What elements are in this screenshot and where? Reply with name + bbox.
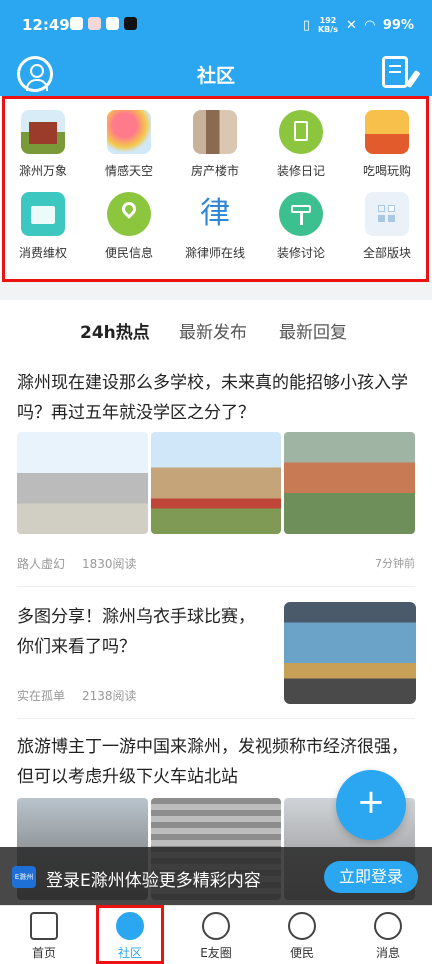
grid-item-label: 房产楼市 xyxy=(190,164,239,178)
page-title: 社区 xyxy=(196,65,235,87)
article-time: 7分钟前 xyxy=(375,557,415,570)
article-images[interactable] xyxy=(17,432,416,534)
no-sim-icon: ✕ xyxy=(345,17,357,33)
buildings-photo-icon xyxy=(193,110,237,154)
tab-24h-hot[interactable]: 24h热点 xyxy=(80,318,150,345)
article-image[interactable] xyxy=(150,432,282,534)
grid-item-label: 便民信息 xyxy=(104,246,153,260)
grid-item-food-fun[interactable]: 吃喝玩购 xyxy=(345,110,429,179)
grid-item-label: 装修日记 xyxy=(276,164,325,178)
divider xyxy=(17,718,415,719)
tab-label: 消息 xyxy=(375,946,400,960)
article-author: 实在孤单 xyxy=(17,689,66,703)
status-indicators: ▯ 192 KB/s ✕ ◠ 99% xyxy=(303,16,414,34)
article-title[interactable]: 多图分享！滁州乌衣手球比赛，你们来看了吗？ xyxy=(17,602,267,662)
article-author: 路人虚幻 xyxy=(17,557,66,571)
app-notification-icon xyxy=(70,17,83,30)
friends-circle-icon xyxy=(202,912,230,940)
article-reads: 1830阅读 xyxy=(82,557,137,571)
grid-item-label: 消费维权 xyxy=(18,246,67,260)
tab-latest-posts[interactable]: 最新发布 xyxy=(179,318,247,343)
article-image[interactable] xyxy=(284,432,416,534)
tab-latest-replies[interactable]: 最新回复 xyxy=(279,318,347,343)
grid-item-label: 装修讨论 xyxy=(276,246,325,260)
vibrate-icon: ▯ xyxy=(302,17,310,33)
network-speed: 192 KB/s xyxy=(317,16,338,34)
pavilion-photo-icon xyxy=(21,110,65,154)
battery-level: 99% xyxy=(382,17,414,33)
message-icon xyxy=(374,912,402,940)
balloons-photo-icon xyxy=(107,110,151,154)
top-bar: 社区 xyxy=(0,50,432,96)
create-post-button[interactable]: + xyxy=(336,770,406,840)
grid-item-renovation-discussion[interactable]: 装修讨论 xyxy=(259,192,343,261)
tab-label: 便民 xyxy=(289,946,314,960)
login-prompt: 登录E滁州体验更多精彩内容 xyxy=(46,871,261,891)
grid-item-chuzhou-wanxiang[interactable]: 滁州万象 xyxy=(1,110,85,179)
status-time: 12:49 xyxy=(22,16,70,34)
grid-item-label: 全部版块 xyxy=(362,246,411,260)
section-grid: 滁州万象 情感天空 房产楼市 装修日记 吃喝玩购 消费维权 便民信息 律 滁律师… xyxy=(0,96,432,282)
consumer-rights-icon xyxy=(21,192,65,236)
tab-e-friends[interactable]: E友圈 xyxy=(186,912,246,961)
article-image[interactable] xyxy=(17,432,148,534)
grid-item-label: 情感天空 xyxy=(104,164,153,178)
tab-messages[interactable]: 消息 xyxy=(358,912,418,961)
tab-services[interactable]: 便民 xyxy=(272,912,332,961)
services-icon xyxy=(288,912,316,940)
grid-item-consumer-rights[interactable]: 消费维权 xyxy=(1,192,85,261)
highlight-frame xyxy=(96,905,164,964)
login-now-button[interactable]: 立即登录 xyxy=(324,861,418,893)
tab-label: E友圈 xyxy=(200,946,232,960)
home-icon xyxy=(30,912,58,940)
app-logo: E滁州 xyxy=(12,866,36,888)
feed-tabs: 24h热点 最新发布 最新回复 xyxy=(0,318,432,348)
grid-item-label: 滁州万象 xyxy=(18,164,67,178)
paint-roller-icon xyxy=(279,192,323,236)
grid-item-lawyer-online[interactable]: 律 滁律师在线 xyxy=(173,192,257,261)
grid-item-convenience-info[interactable]: 便民信息 xyxy=(87,192,171,261)
food-photo-icon xyxy=(365,110,409,154)
grid-item-renovation-diary[interactable]: 装修日记 xyxy=(259,110,343,179)
tab-label: 首页 xyxy=(31,946,56,960)
tiktok-notification-icon xyxy=(124,17,137,30)
clipboard-icon xyxy=(279,110,323,154)
mail-notification-icon xyxy=(106,17,119,30)
grid-item-all-sections[interactable]: 全部版块 xyxy=(345,192,429,261)
grid-item-label: 吃喝玩购 xyxy=(362,164,411,178)
location-pin-icon xyxy=(107,192,151,236)
wifi-icon: ◠ xyxy=(364,17,375,33)
article-thumbnail[interactable] xyxy=(284,602,416,704)
app-notification-icon xyxy=(88,17,101,30)
compose-post-icon[interactable] xyxy=(382,56,408,88)
tab-home[interactable]: 首页 xyxy=(14,912,74,961)
grid-item-label: 滁律师在线 xyxy=(184,246,245,260)
article-reads: 2138阅读 xyxy=(82,689,137,703)
divider xyxy=(17,586,415,587)
law-character-icon: 律 xyxy=(200,196,230,231)
grid-item-emotion-sky[interactable]: 情感天空 xyxy=(87,110,171,179)
grid-item-real-estate[interactable]: 房产楼市 xyxy=(173,110,257,179)
article-title[interactable]: 滁州现在建设那么多学校，未来真的能招够小孩入学吗？再过五年就没学区之分了？ xyxy=(17,368,415,428)
login-banner: E滁州 登录E滁州体验更多精彩内容 立即登录 xyxy=(0,847,432,905)
all-sections-grid-icon xyxy=(365,192,409,236)
status-bar: 12:49 ▯ 192 KB/s ✕ ◠ 99% xyxy=(0,0,432,50)
bottom-tab-bar: 首页 社区 E友圈 便民 消息 xyxy=(0,905,432,964)
